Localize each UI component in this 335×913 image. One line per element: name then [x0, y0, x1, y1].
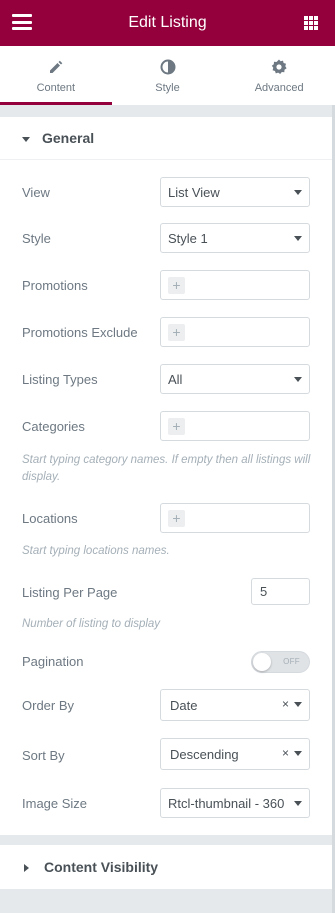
content-visibility-title: Content Visibility	[44, 859, 159, 875]
locations-label: Locations	[22, 511, 78, 526]
promotions-exclude-label: Promotions Exclude	[22, 325, 138, 340]
pagination-label: Pagination	[22, 654, 84, 669]
plus-icon: +	[168, 509, 185, 527]
view-select[interactable]: List View	[160, 177, 310, 207]
pagination-toggle[interactable]: OFF	[251, 651, 310, 673]
grid-icon[interactable]	[304, 16, 318, 30]
pencil-icon	[48, 58, 64, 76]
editor-tabs: Content Style Advanced	[0, 46, 335, 105]
caret-right-icon	[24, 860, 30, 875]
listing-per-page-hint: Number of listing to display	[22, 618, 161, 630]
locations-hint: Start typing locations names.	[22, 545, 170, 557]
general-section: General View List View Style Style 1 Pro…	[0, 117, 332, 835]
locations-input[interactable]: +	[160, 503, 310, 533]
chevron-down-icon	[294, 377, 302, 382]
promotions-input[interactable]: +	[160, 270, 310, 300]
order-by-value: Date	[170, 697, 198, 713]
listing-per-page-input[interactable]: 5	[251, 578, 310, 605]
plus-icon: +	[168, 276, 185, 294]
tab-content[interactable]: Content	[0, 46, 112, 105]
tab-advanced-label: Advanced	[254, 82, 304, 94]
chevron-down-icon	[294, 702, 302, 707]
gear-icon	[271, 58, 287, 76]
listing-types-select[interactable]: All	[160, 364, 310, 394]
content-visibility-section[interactable]: Content Visibility	[0, 845, 332, 889]
categories-label: Categories	[22, 419, 85, 434]
style-label: Style	[22, 231, 51, 246]
chevron-down-icon	[294, 236, 302, 241]
image-size-value: Rtcl-thumbnail - 360	[168, 795, 285, 811]
toggle-state: OFF	[283, 657, 300, 666]
contrast-icon	[160, 58, 176, 76]
order-by-label: Order By	[22, 698, 75, 713]
order-by-select[interactable]: Date ×	[160, 689, 310, 721]
categories-hint: Start typing category names. If empty th…	[22, 454, 311, 483]
sort-by-label: Sort By	[22, 748, 65, 763]
image-size-select[interactable]: Rtcl-thumbnail - 360	[160, 788, 310, 818]
plus-icon: +	[168, 323, 185, 341]
caret-down-icon	[22, 131, 30, 146]
sort-by-select[interactable]: Descending ×	[160, 738, 310, 770]
clear-icon[interactable]: ×	[282, 746, 289, 760]
style-value: Style 1	[168, 230, 208, 246]
chevron-down-icon	[294, 190, 302, 195]
view-value: List View	[168, 184, 220, 200]
page-title: Edit Listing	[128, 14, 207, 31]
listing-types-value: All	[168, 371, 183, 387]
panel-header: Edit Listing	[0, 0, 335, 46]
view-label: View	[22, 185, 50, 200]
general-section-header[interactable]: General	[0, 117, 332, 160]
categories-input[interactable]: +	[160, 411, 310, 441]
listing-per-page-label: Listing Per Page	[22, 585, 118, 600]
style-select[interactable]: Style 1	[160, 223, 310, 253]
tab-style-label: Style	[155, 82, 180, 94]
toggle-knob	[253, 653, 271, 671]
hamburger-icon[interactable]	[12, 14, 32, 32]
listing-types-label: Listing Types	[22, 372, 98, 387]
promotions-exclude-input[interactable]: +	[160, 317, 310, 347]
sort-by-value: Descending	[170, 746, 239, 762]
promotions-label: Promotions	[22, 278, 88, 293]
plus-icon: +	[168, 417, 185, 435]
image-size-label: Image Size	[22, 796, 88, 811]
general-section-title: General	[42, 130, 95, 146]
tab-content-label: Content	[36, 82, 76, 94]
clear-icon[interactable]: ×	[282, 697, 289, 711]
chevron-down-icon	[294, 751, 302, 756]
tab-style[interactable]: Style	[111, 46, 224, 105]
chevron-down-icon	[294, 801, 302, 806]
tab-advanced[interactable]: Advanced	[223, 46, 335, 105]
